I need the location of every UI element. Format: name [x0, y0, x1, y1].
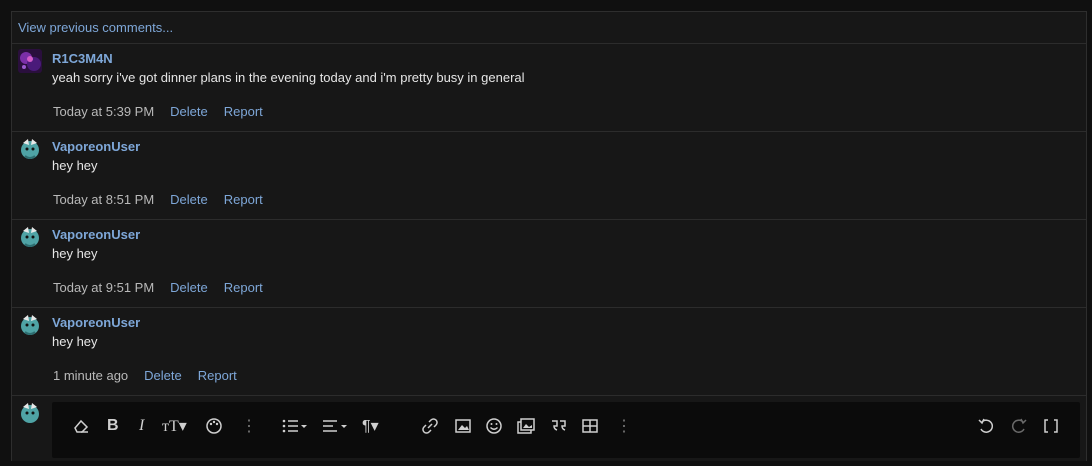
- report-link[interactable]: Report: [224, 104, 263, 119]
- avatar[interactable]: [18, 225, 42, 249]
- comment-author[interactable]: VaporeonUser: [52, 315, 140, 330]
- report-link[interactable]: Report: [224, 280, 263, 295]
- comment-timestamp[interactable]: Today at 9:51 PM: [53, 280, 154, 295]
- more-icon[interactable]: ⋮: [241, 416, 257, 436]
- comment-timestamp[interactable]: Today at 5:39 PM: [53, 104, 154, 119]
- comment-text: hey hey: [52, 158, 98, 173]
- emoji-icon[interactable]: [485, 416, 503, 436]
- media-icon[interactable]: [516, 416, 536, 436]
- delete-link[interactable]: Delete: [170, 280, 208, 295]
- report-link[interactable]: Report: [224, 192, 263, 207]
- reply-editor: B I ᴛT▾ ⋮ ¶▾ ⋮: [12, 396, 1086, 466]
- delete-link[interactable]: Delete: [144, 368, 182, 383]
- undo-icon[interactable]: [977, 416, 995, 436]
- editor-toolbar: B I ᴛT▾ ⋮ ¶▾ ⋮: [52, 402, 1080, 458]
- comment-item: VaporeonUser hey hey 1 minute ago Delete…: [12, 308, 1086, 396]
- avatar: [18, 401, 42, 425]
- avatar[interactable]: [18, 49, 42, 73]
- comment-text: hey hey: [52, 334, 98, 349]
- comment-item: VaporeonUser hey hey Today at 9:51 PM De…: [12, 220, 1086, 308]
- align-icon[interactable]: [322, 416, 350, 436]
- comment-timestamp[interactable]: 1 minute ago: [53, 368, 128, 383]
- comment-author[interactable]: VaporeonUser: [52, 139, 140, 154]
- text-size-icon[interactable]: ᴛT▾: [162, 416, 187, 436]
- table-icon[interactable]: [581, 416, 599, 436]
- list-icon[interactable]: [281, 416, 309, 436]
- redo-icon[interactable]: [1010, 416, 1028, 436]
- view-previous-comments-link[interactable]: View previous comments...: [12, 12, 1086, 44]
- avatar[interactable]: [18, 137, 42, 161]
- link-icon[interactable]: [421, 416, 439, 436]
- delete-link[interactable]: Delete: [170, 192, 208, 207]
- report-link[interactable]: Report: [198, 368, 237, 383]
- comment-meta: Today at 9:51 PM Delete Report: [53, 280, 263, 295]
- comment-meta: 1 minute ago Delete Report: [53, 368, 237, 383]
- quote-icon[interactable]: [549, 416, 569, 436]
- comment-item: R1C3M4N yeah sorry i've got dinner plans…: [12, 44, 1086, 132]
- avatar[interactable]: [18, 313, 42, 337]
- fullscreen-icon[interactable]: [1042, 416, 1060, 436]
- comment-item: VaporeonUser hey hey Today at 8:51 PM De…: [12, 132, 1086, 220]
- eraser-icon[interactable]: [72, 416, 90, 436]
- comment-author[interactable]: VaporeonUser: [52, 227, 140, 242]
- more-icon[interactable]: ⋮: [616, 416, 632, 436]
- comment-timestamp[interactable]: Today at 8:51 PM: [53, 192, 154, 207]
- delete-link[interactable]: Delete: [170, 104, 208, 119]
- paragraph-icon[interactable]: ¶▾: [362, 416, 379, 436]
- bold-icon[interactable]: B: [107, 416, 119, 436]
- comment-text: yeah sorry i've got dinner plans in the …: [52, 70, 525, 85]
- comment-author[interactable]: R1C3M4N: [52, 51, 113, 66]
- comment-meta: Today at 8:51 PM Delete Report: [53, 192, 263, 207]
- palette-icon[interactable]: [205, 416, 223, 436]
- comments-panel: View previous comments... R1C3M4N yeah s…: [11, 11, 1087, 461]
- comment-text: hey hey: [52, 246, 98, 261]
- image-icon[interactable]: [454, 416, 472, 436]
- italic-icon[interactable]: I: [139, 416, 144, 436]
- comment-meta: Today at 5:39 PM Delete Report: [53, 104, 263, 119]
